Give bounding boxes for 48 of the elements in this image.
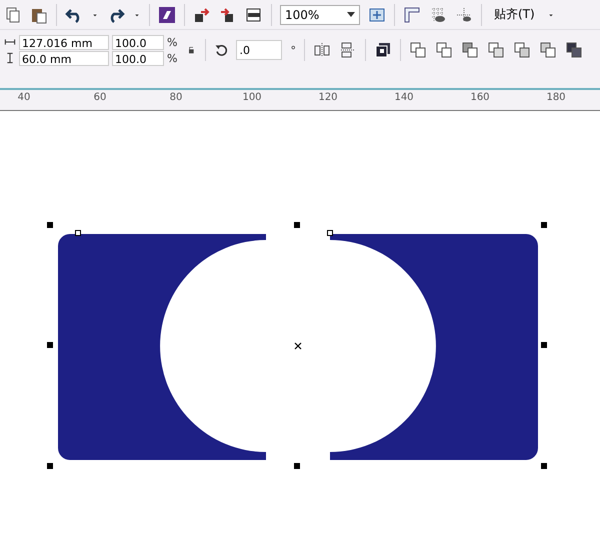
- selection-handle[interactable]: [47, 342, 53, 348]
- boundary-icon[interactable]: [564, 41, 583, 59]
- app-launcher-icon[interactable]: [158, 6, 176, 24]
- rotate-icon[interactable]: [214, 43, 228, 57]
- front-minus-back-icon[interactable]: [512, 41, 531, 59]
- snap-menu[interactable]: 贴齐(T): [490, 4, 539, 25]
- ruler-label: 40: [18, 92, 30, 103]
- copy-icon[interactable]: [4, 6, 22, 24]
- import-icon[interactable]: [193, 6, 211, 24]
- ruler-label: 180: [546, 92, 566, 103]
- selection-handle[interactable]: [294, 463, 300, 469]
- back-minus-front-icon[interactable]: [538, 41, 557, 59]
- scale-x-field[interactable]: 100.0: [112, 34, 164, 50]
- selection-handle[interactable]: [47, 222, 53, 228]
- width-field[interactable]: 127.016 mm: [19, 34, 109, 50]
- selection-handle[interactable]: [541, 222, 547, 228]
- mirror-vertical-icon[interactable]: [338, 41, 357, 59]
- percent-label: %: [167, 36, 178, 48]
- zoom-fit-icon[interactable]: [368, 6, 386, 24]
- guidelines-icon[interactable]: [455, 6, 473, 24]
- height-field[interactable]: 60.0 mm: [19, 50, 109, 66]
- mirror-horizontal-icon[interactable]: [312, 41, 331, 59]
- trim-icon[interactable]: [434, 41, 453, 59]
- rulers-icon[interactable]: [403, 6, 421, 24]
- selection-handle[interactable]: [294, 222, 300, 228]
- ruler-label: 160: [470, 92, 490, 103]
- ruler-label: 140: [394, 92, 414, 103]
- center-marker: [294, 342, 302, 350]
- rotation-field[interactable]: .0: [236, 40, 282, 60]
- selection-handle[interactable]: [47, 463, 53, 469]
- percent-label: %: [167, 52, 178, 64]
- ruler-label: 60: [94, 92, 106, 103]
- ruler-label: 80: [170, 92, 182, 103]
- grid-icon[interactable]: [429, 6, 447, 24]
- node-handle[interactable]: [327, 230, 333, 236]
- simplify-icon[interactable]: [486, 41, 505, 59]
- zoom-dropdown[interactable]: 100%: [280, 4, 360, 24]
- ruler-label: 100: [242, 92, 262, 103]
- group-icon[interactable]: [374, 41, 392, 59]
- caret-icon: [347, 12, 355, 18]
- ruler-label: 120: [318, 92, 338, 103]
- node-handle[interactable]: [75, 230, 81, 236]
- weld-icon[interactable]: [408, 41, 427, 59]
- degree-label: °: [290, 44, 296, 56]
- scale-y-field[interactable]: 100.0: [112, 50, 164, 66]
- selection-handle[interactable]: [541, 342, 547, 348]
- selection-handle[interactable]: [541, 463, 547, 469]
- intersect-icon[interactable]: [460, 41, 479, 59]
